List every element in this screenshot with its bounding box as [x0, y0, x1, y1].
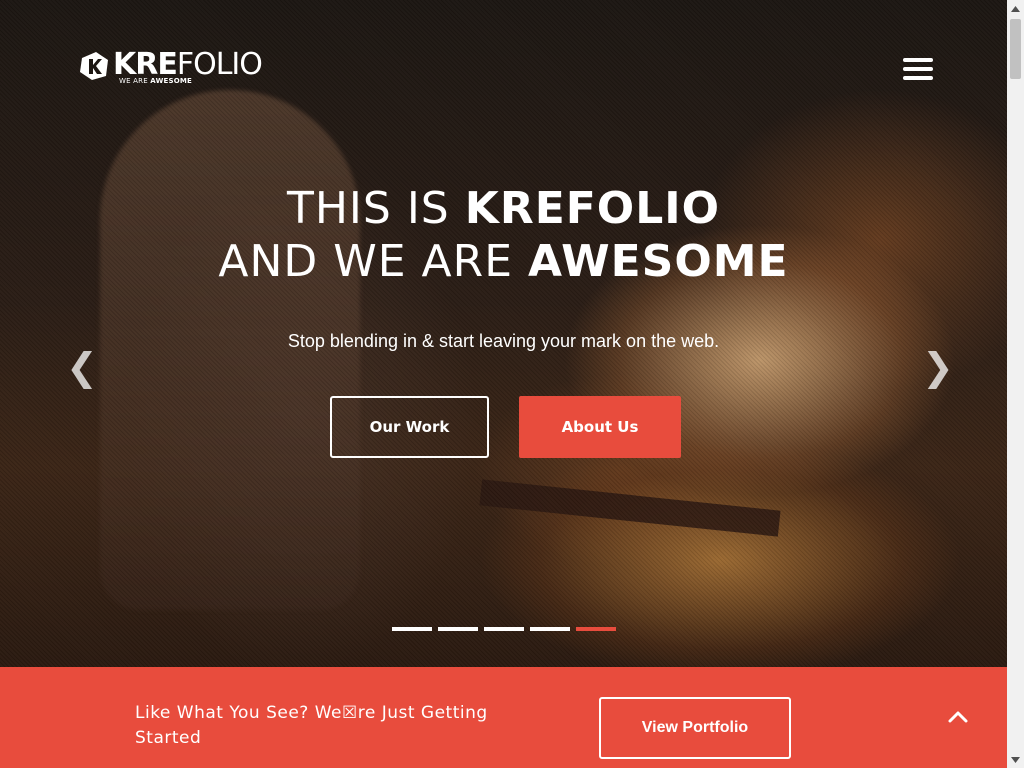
hero-headline: THIS IS KREFOLIO AND WE ARE AWESOME	[0, 182, 1007, 288]
cta-text: Like What You See? We☒re Just Getting St…	[135, 703, 488, 748]
scrollbar-thumb[interactable]	[1010, 19, 1021, 79]
view-portfolio-button[interactable]: View Portfolio	[599, 697, 791, 759]
hero-headline-line-1: THIS IS KREFOLIO	[286, 183, 721, 234]
scroll-down-arrow-icon[interactable]	[1007, 751, 1024, 768]
page: KREFOLIO WE ARE AWESOME THIS IS KREFOLIO…	[0, 0, 1007, 768]
krefolio-logo-icon	[80, 52, 108, 80]
hamburger-icon[interactable]	[903, 58, 933, 82]
logo-tagline: WE ARE AWESOME	[119, 77, 193, 85]
slider-dot-3[interactable]	[484, 627, 524, 631]
slider-dot-4[interactable]	[530, 627, 570, 631]
chevron-up-icon[interactable]	[946, 705, 970, 729]
slider-prev-arrow-icon[interactable]: ❮	[66, 345, 98, 389]
our-work-button[interactable]: Our Work	[330, 396, 489, 458]
slider-dot-1[interactable]	[392, 627, 432, 631]
cta-bar: Like What You See? We☒re Just Getting St…	[0, 667, 1007, 768]
scroll-up-arrow-icon[interactable]	[1007, 0, 1024, 17]
hero-slider: KREFOLIO WE ARE AWESOME THIS IS KREFOLIO…	[0, 0, 1007, 667]
page-scrollbar[interactable]	[1007, 0, 1024, 768]
site-logo[interactable]: KREFOLIO WE ARE AWESOME	[78, 47, 263, 90]
logo-text: KREFOLIO WE ARE AWESOME	[113, 47, 263, 85]
slider-dot-5[interactable]	[576, 627, 616, 631]
hero-subtitle: Stop blending in & start leaving your ma…	[287, 331, 720, 351]
logo-wordmark: KREFOLIO	[113, 47, 263, 82]
about-us-button[interactable]: About Us	[519, 396, 681, 458]
hero-background-object	[479, 479, 781, 537]
slider-pagination	[392, 627, 616, 631]
slider-next-arrow-icon[interactable]: ❯	[922, 345, 954, 389]
hero-headline-line-2: AND WE ARE AWESOME	[218, 236, 789, 287]
slider-dot-2[interactable]	[438, 627, 478, 631]
